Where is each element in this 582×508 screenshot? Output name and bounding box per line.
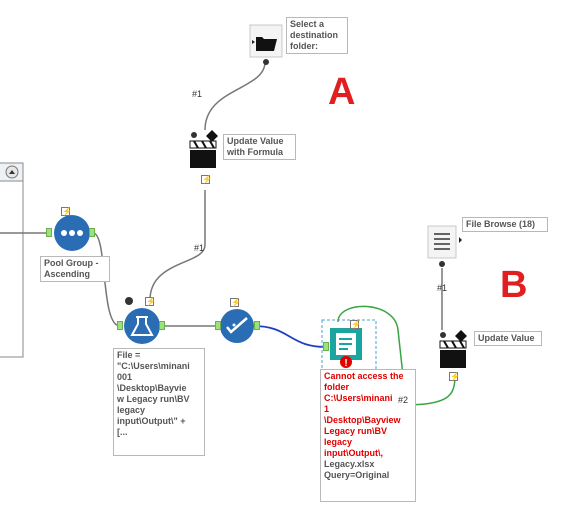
collapse-icon[interactable] (5, 165, 19, 179)
macro-input-icon (125, 297, 133, 305)
connection-label: #1 (194, 243, 205, 253)
file-formula-annotation: File = "C:\Users\minani 001 \Desktop\Bay… (113, 348, 205, 456)
bolt-icon: ⚡ (449, 372, 460, 381)
error-line: Legacy run\BV (324, 426, 388, 436)
error-exclamation-icon: ! (344, 358, 347, 369)
update-value-annotation: Update Value (474, 331, 542, 346)
error-line: legacy (324, 437, 353, 447)
pool-group-annotation: Pool Group - Ascending (40, 256, 110, 282)
formula-tool[interactable] (124, 308, 160, 344)
bolt-icon: ⚡ (61, 207, 72, 216)
bolt-icon: ⚡ (350, 320, 361, 329)
file-browse-tool[interactable] (427, 225, 462, 267)
formula-input-anchor[interactable] (117, 321, 123, 330)
select-output-anchor[interactable] (254, 321, 260, 330)
marker-a: A (328, 71, 356, 113)
folder-browse-tool[interactable] (249, 24, 283, 65)
workflow-canvas[interactable]: ! (0, 0, 582, 508)
update-value-tool[interactable] (439, 330, 467, 368)
select-tool[interactable] (220, 309, 254, 343)
error-line: Cannot access the (324, 371, 404, 381)
connection-label: #1 (437, 283, 448, 293)
error-line: 1 (324, 404, 330, 414)
output-error-annotation: Cannot access the folder C:\Users\minani… (320, 369, 416, 502)
pool-group-tool[interactable] (54, 215, 90, 251)
marker-b: B (500, 264, 528, 306)
wire-folder-to-update[interactable] (204, 61, 266, 131)
update-value-formula-tool[interactable] (189, 130, 218, 168)
bolt-icon: ⚡ (230, 298, 241, 307)
select-folder-annotation: Select a destination folder: (286, 17, 348, 54)
error-line: input\Output\, (324, 448, 383, 458)
error-line: folder (324, 382, 350, 392)
output-input-anchor[interactable] (323, 342, 329, 351)
formula-output-anchor[interactable] (159, 321, 165, 330)
pool-input-anchor[interactable] (46, 228, 52, 237)
container-panel[interactable] (0, 162, 24, 358)
output-info-line: Query=Original (324, 470, 390, 480)
error-line: \Desktop\Bayview (324, 415, 401, 425)
select-input-anchor[interactable] (215, 321, 221, 330)
file-browse-annotation: File Browse (18) (462, 217, 548, 232)
output-info-line: Legacy.xlsx (324, 459, 375, 469)
update-formula-annotation: Update Value with Formula (223, 134, 296, 160)
bolt-icon: ⚡ (201, 175, 212, 184)
wire-select-to-output[interactable] (253, 325, 329, 348)
bolt-icon: ⚡ (145, 297, 156, 306)
output-data-tool[interactable] (321, 319, 377, 371)
connection-label: #2 (398, 395, 409, 405)
connection-label: #1 (192, 89, 203, 99)
pool-output-anchor[interactable] (89, 228, 95, 237)
